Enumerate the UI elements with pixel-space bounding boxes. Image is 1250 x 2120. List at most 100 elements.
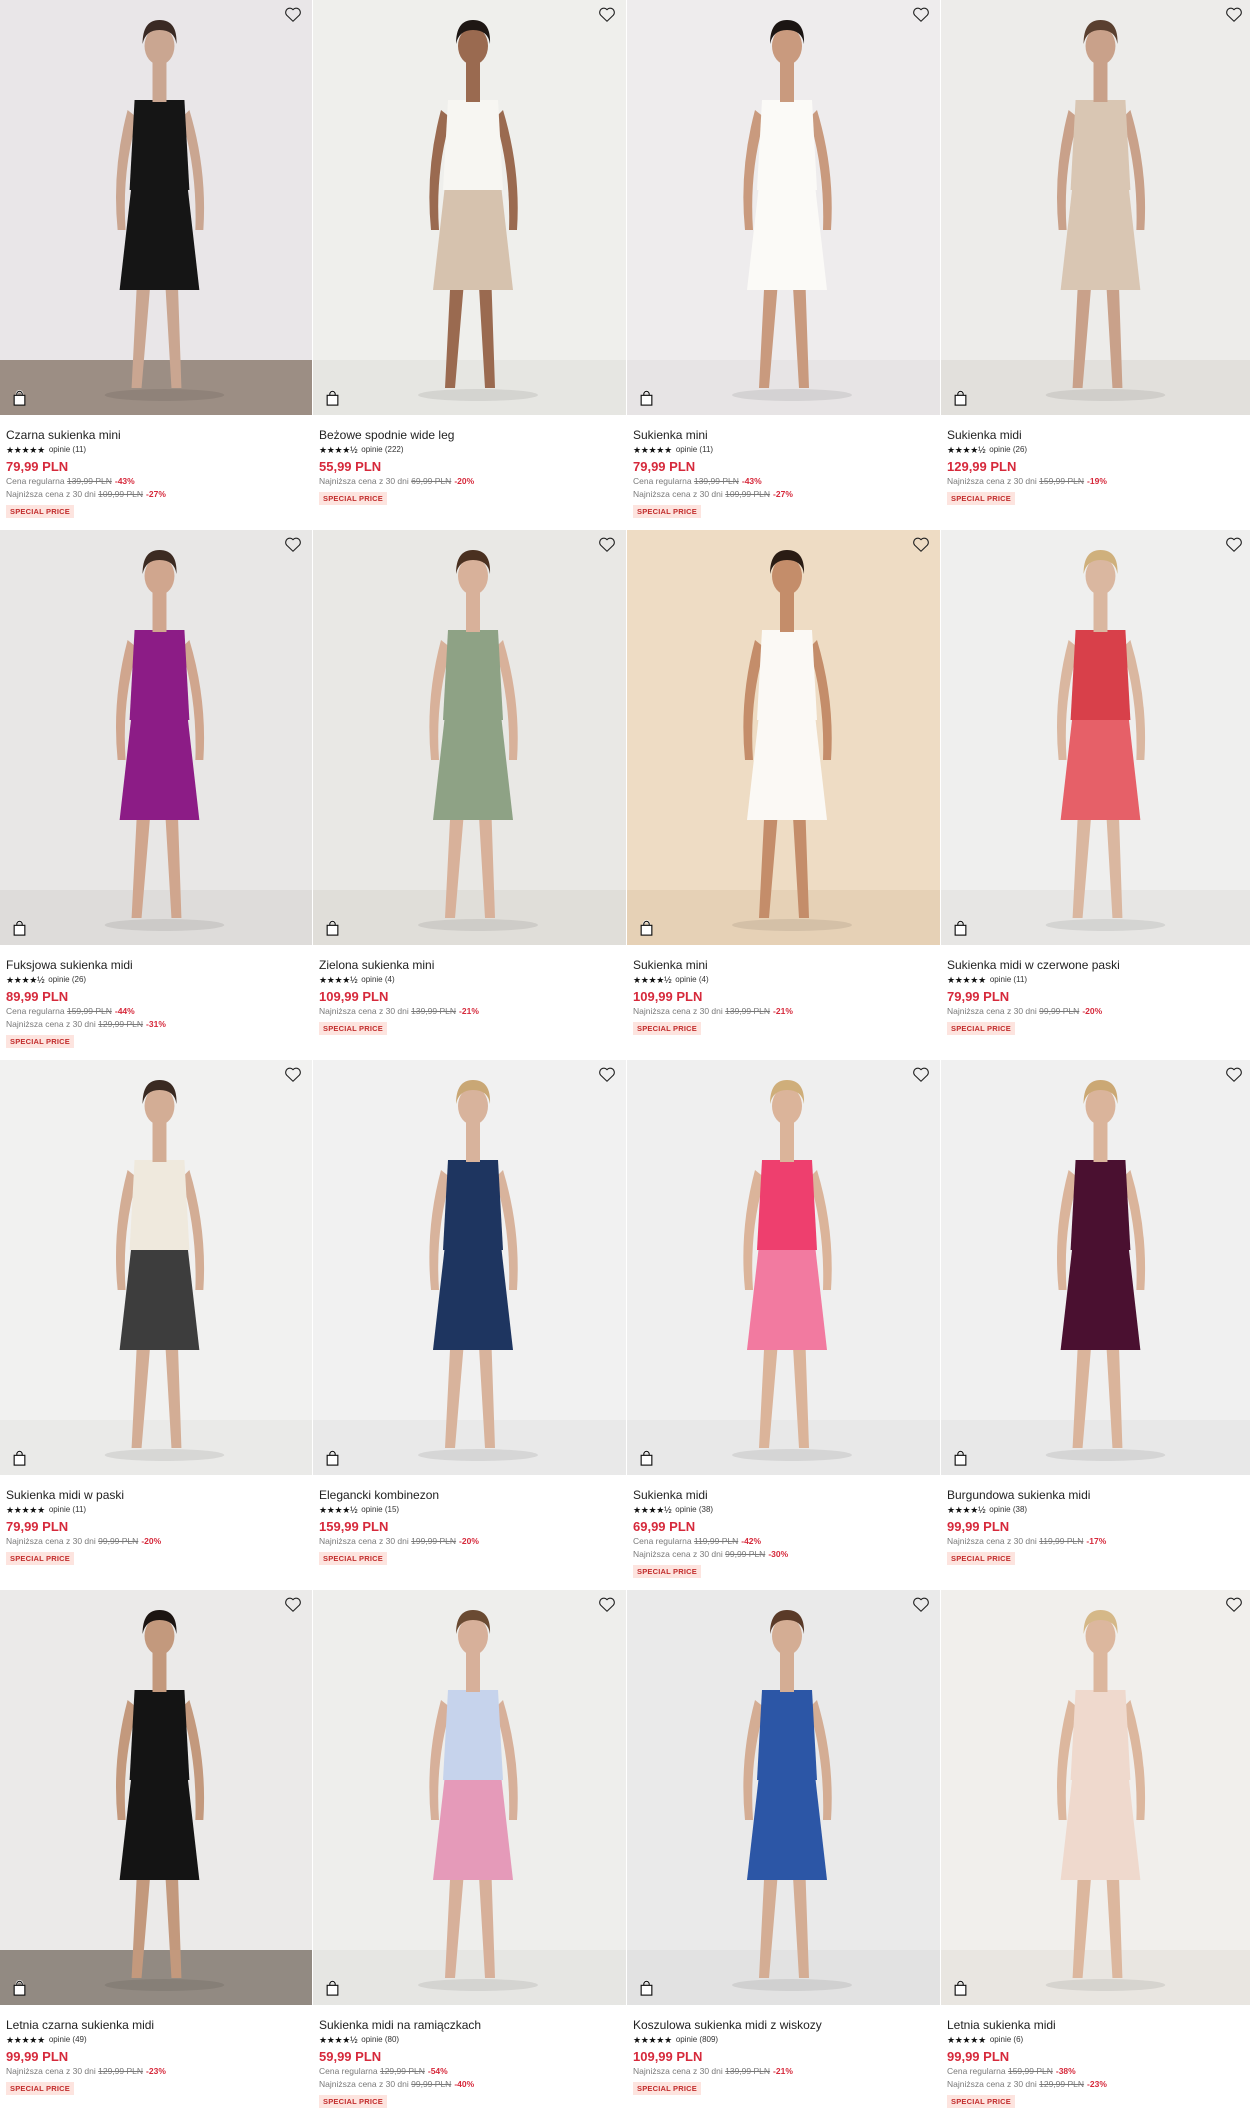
product-card[interactable]: Czarna sukienka mini ★★★★★ opinie (11) 7… (0, 0, 312, 530)
product-name[interactable]: Czarna sukienka mini (6, 427, 306, 443)
product-name[interactable]: Sukienka midi w czerwone paski (947, 957, 1247, 973)
add-to-bag-icon[interactable] (12, 1980, 27, 1996)
review-count[interactable]: opinie (26) (989, 445, 1027, 455)
product-image[interactable] (313, 0, 626, 415)
wishlist-heart-icon[interactable] (598, 536, 616, 553)
add-to-bag-icon[interactable] (639, 1980, 654, 1996)
review-count[interactable]: opinie (4) (361, 975, 394, 985)
product-photo[interactable] (0, 1060, 312, 1475)
product-photo[interactable] (627, 530, 940, 945)
product-photo[interactable] (313, 1590, 626, 2005)
product-image[interactable] (313, 530, 626, 945)
product-image[interactable] (941, 1060, 1250, 1475)
product-card[interactable]: Sukienka midi ★★★★½ opinie (26) 129,99 P… (941, 0, 1250, 530)
product-name[interactable]: Fuksjowa sukienka midi (6, 957, 306, 973)
wishlist-heart-icon[interactable] (1225, 536, 1243, 553)
product-name[interactable]: Letnia sukienka midi (947, 2017, 1247, 2033)
product-name[interactable]: Letnia czarna sukienka midi (6, 2017, 306, 2033)
review-count[interactable]: opinie (11) (49, 1505, 86, 1515)
review-count[interactable]: opinie (26) (48, 975, 86, 985)
product-card[interactable]: Burgundowa sukienka midi ★★★★½ opinie (3… (941, 1060, 1250, 1590)
product-photo[interactable] (0, 530, 312, 945)
product-image[interactable] (627, 530, 940, 945)
review-count[interactable]: opinie (11) (676, 445, 713, 455)
product-image[interactable] (627, 0, 940, 415)
wishlist-heart-icon[interactable] (284, 536, 302, 553)
wishlist-heart-icon[interactable] (284, 1596, 302, 1613)
product-name[interactable]: Sukienka mini (633, 427, 934, 443)
product-name[interactable]: Sukienka midi (947, 427, 1247, 443)
product-photo[interactable] (313, 0, 626, 415)
product-photo[interactable] (941, 530, 1250, 945)
review-count[interactable]: opinie (38) (989, 1505, 1027, 1515)
product-name[interactable]: Beżowe spodnie wide leg (319, 427, 620, 443)
product-card[interactable]: Sukienka mini ★★★★½ opinie (4) 109,99 PL… (627, 530, 940, 1060)
product-card[interactable]: Zielona sukienka mini ★★★★½ opinie (4) 1… (313, 530, 626, 1060)
product-photo[interactable] (941, 0, 1250, 415)
wishlist-heart-icon[interactable] (598, 1066, 616, 1083)
product-name[interactable]: Zielona sukienka mini (319, 957, 620, 973)
add-to-bag-icon[interactable] (325, 1980, 340, 1996)
product-name[interactable]: Elegancki kombinezon (319, 1487, 620, 1503)
product-card[interactable]: Letnia czarna sukienka midi ★★★★★ opinie… (0, 1590, 312, 2120)
product-name[interactable]: Sukienka midi w paski (6, 1487, 306, 1503)
product-name[interactable]: Burgundowa sukienka midi (947, 1487, 1247, 1503)
review-count[interactable]: opinie (15) (361, 1505, 399, 1515)
add-to-bag-icon[interactable] (12, 920, 27, 936)
wishlist-heart-icon[interactable] (912, 1066, 930, 1083)
product-card[interactable]: Fuksjowa sukienka midi ★★★★½ opinie (26)… (0, 530, 312, 1060)
product-card[interactable]: Sukienka midi na ramiączkach ★★★★½ opini… (313, 1590, 626, 2120)
product-card[interactable]: Sukienka midi ★★★★½ opinie (38) 69,99 PL… (627, 1060, 940, 1590)
wishlist-heart-icon[interactable] (912, 1596, 930, 1613)
review-count[interactable]: opinie (80) (361, 2035, 399, 2045)
add-to-bag-icon[interactable] (12, 390, 27, 406)
product-photo[interactable] (941, 1590, 1250, 2005)
product-image[interactable] (0, 1590, 312, 2005)
wishlist-heart-icon[interactable] (912, 6, 930, 23)
product-photo[interactable] (941, 1060, 1250, 1475)
review-count[interactable]: opinie (4) (675, 975, 708, 985)
wishlist-heart-icon[interactable] (598, 6, 616, 23)
product-card[interactable]: Sukienka midi w paski ★★★★★ opinie (11) … (0, 1060, 312, 1590)
review-count[interactable]: opinie (11) (990, 975, 1027, 985)
product-photo[interactable] (0, 0, 312, 415)
product-name[interactable]: Sukienka midi (633, 1487, 934, 1503)
product-photo[interactable] (627, 1590, 940, 2005)
product-card[interactable]: Elegancki kombinezon ★★★★½ opinie (15) 1… (313, 1060, 626, 1590)
product-card[interactable]: Sukienka mini ★★★★★ opinie (11) 79,99 PL… (627, 0, 940, 530)
product-photo[interactable] (627, 1060, 940, 1475)
wishlist-heart-icon[interactable] (284, 1066, 302, 1083)
add-to-bag-icon[interactable] (639, 920, 654, 936)
review-count[interactable]: opinie (49) (49, 2035, 87, 2045)
product-image[interactable] (627, 1060, 940, 1475)
product-card[interactable]: Letnia sukienka midi ★★★★★ opinie (6) 99… (941, 1590, 1250, 2120)
product-name[interactable]: Sukienka mini (633, 957, 934, 973)
add-to-bag-icon[interactable] (325, 1450, 340, 1466)
add-to-bag-icon[interactable] (639, 390, 654, 406)
add-to-bag-icon[interactable] (953, 920, 968, 936)
product-image[interactable] (313, 1060, 626, 1475)
add-to-bag-icon[interactable] (325, 920, 340, 936)
product-image[interactable] (941, 530, 1250, 945)
product-image[interactable] (0, 1060, 312, 1475)
add-to-bag-icon[interactable] (639, 1450, 654, 1466)
wishlist-heart-icon[interactable] (284, 6, 302, 23)
add-to-bag-icon[interactable] (953, 1450, 968, 1466)
product-card[interactable]: Beżowe spodnie wide leg ★★★★½ opinie (22… (313, 0, 626, 530)
product-image[interactable] (0, 530, 312, 945)
review-count[interactable]: opinie (809) (676, 2035, 718, 2045)
product-card[interactable]: Sukienka midi w czerwone paski ★★★★★ opi… (941, 530, 1250, 1060)
add-to-bag-icon[interactable] (953, 390, 968, 406)
product-image[interactable] (941, 1590, 1250, 2005)
wishlist-heart-icon[interactable] (1225, 1066, 1243, 1083)
product-photo[interactable] (313, 530, 626, 945)
product-photo[interactable] (0, 1590, 312, 2005)
review-count[interactable]: opinie (222) (361, 445, 403, 455)
add-to-bag-icon[interactable] (953, 1980, 968, 1996)
product-image[interactable] (627, 1590, 940, 2005)
wishlist-heart-icon[interactable] (1225, 6, 1243, 23)
review-count[interactable]: opinie (11) (49, 445, 86, 455)
product-image[interactable] (313, 1590, 626, 2005)
add-to-bag-icon[interactable] (12, 1450, 27, 1466)
wishlist-heart-icon[interactable] (598, 1596, 616, 1613)
